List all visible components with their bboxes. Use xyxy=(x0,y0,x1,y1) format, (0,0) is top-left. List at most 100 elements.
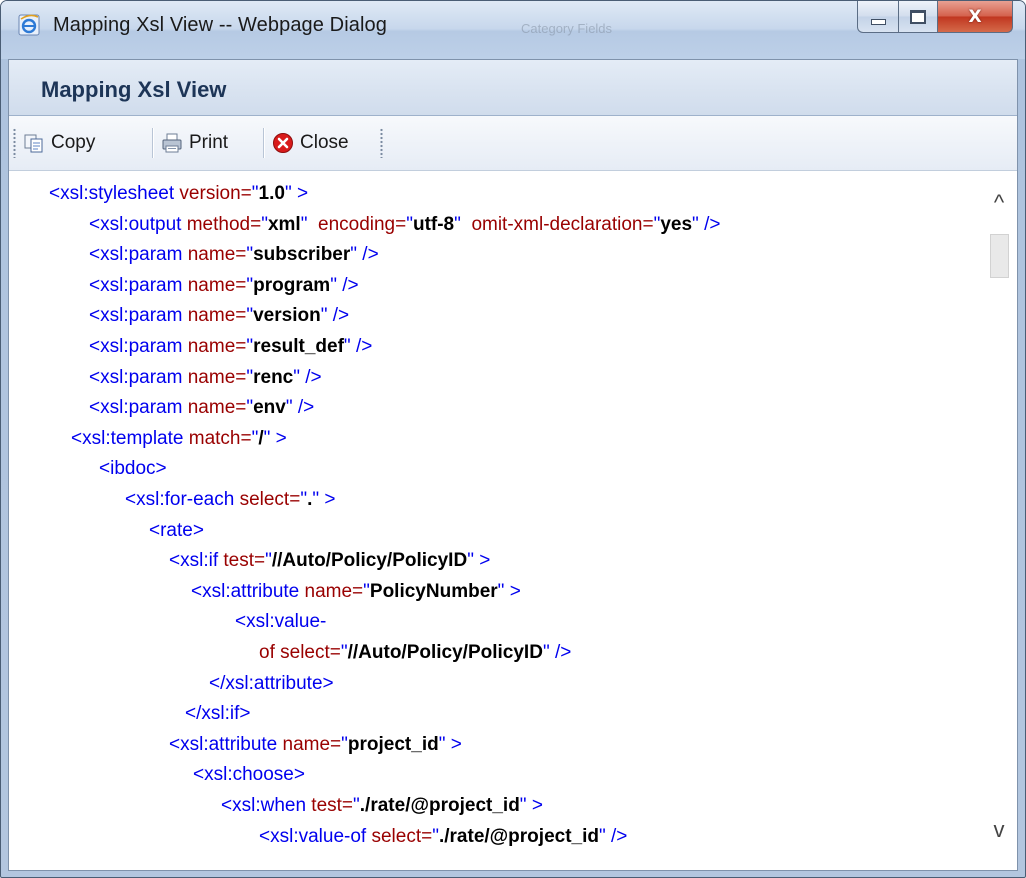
code-line: <xsl:param name="subscriber" /> xyxy=(89,240,379,270)
code-line: <ibdoc> xyxy=(99,454,167,484)
code-token: yes xyxy=(660,213,693,235)
code-line: <xsl:if test="//Auto/Policy/PolicyID" > xyxy=(169,546,490,576)
code-token: utf-8 xyxy=(412,213,455,235)
vertical-scrollbar[interactable]: ^ v xyxy=(981,171,1017,870)
code-token: select= xyxy=(239,489,301,510)
close-label: Close xyxy=(300,132,349,153)
code-token: of select= xyxy=(259,642,341,663)
xsl-code-view[interactable]: <xsl:stylesheet version="1.0" > <xsl:outp… xyxy=(9,171,1017,870)
code-line: <xsl:param name="env" /> xyxy=(89,393,314,423)
scroll-up-arrow-icon[interactable]: ^ xyxy=(989,192,1009,214)
dialog-window: Category Fields Mapping Xsl View -- Webp… xyxy=(0,0,1026,878)
close-x-icon: X xyxy=(968,6,982,27)
printer-icon xyxy=(162,133,182,153)
code-token: name= xyxy=(282,733,342,755)
maximize-icon xyxy=(910,9,926,24)
internet-explorer-icon xyxy=(18,14,40,36)
code-token: subscriber xyxy=(253,244,351,266)
panel-title: Mapping Xsl View xyxy=(41,77,227,102)
code-token: test= xyxy=(311,795,354,816)
print-label: Print xyxy=(189,132,229,153)
code-token: " xyxy=(300,213,318,235)
window-close-button[interactable]: X xyxy=(938,1,1013,33)
code-token: env xyxy=(253,397,286,419)
code-token: " > xyxy=(438,733,462,755)
code-token: " /> xyxy=(320,305,350,327)
window-title: Mapping Xsl View -- Webpage Dialog xyxy=(53,14,387,36)
maximize-button[interactable] xyxy=(899,1,938,33)
code-line: <xsl:param name="result_def" /> xyxy=(89,332,372,362)
code-token: <xsl:for-each xyxy=(125,489,240,510)
code-line: <xsl:value- xyxy=(235,607,326,637)
code-token: " /> xyxy=(692,213,721,235)
code-token: <ibdoc> xyxy=(99,458,167,480)
code-line: <xsl:when test="./rate/@project_id" > xyxy=(221,791,543,821)
code-token: <xsl:param xyxy=(89,397,188,419)
print-button[interactable]: Print xyxy=(161,128,228,158)
close-button[interactable]: Close xyxy=(272,128,349,158)
copy-button[interactable]: Copy xyxy=(23,128,95,158)
code-line: <rate> xyxy=(149,516,204,546)
code-token: " /> xyxy=(350,244,379,266)
dialog-client-area: Mapping Xsl View Copy Print Close <xsl:s… xyxy=(8,59,1018,871)
code-token: name= xyxy=(187,366,247,388)
code-token: name= xyxy=(187,305,247,327)
code-token: " /> xyxy=(293,366,322,388)
code-token: result_def xyxy=(253,336,344,357)
caption-buttons: X xyxy=(857,1,1013,35)
code-token: 1.0 xyxy=(258,183,285,204)
code-line: <xsl:param name="version" /> xyxy=(89,301,349,331)
code-line: <xsl:choose> xyxy=(193,760,305,790)
code-token: name= xyxy=(187,244,247,266)
code-token: <xsl:choose> xyxy=(193,764,305,786)
scroll-down-arrow-icon[interactable]: v xyxy=(989,819,1009,841)
code-token: " > xyxy=(467,550,491,572)
code-token: select= xyxy=(371,825,433,847)
code-token: encoding= xyxy=(318,213,407,235)
code-token: match= xyxy=(188,427,252,449)
code-line: <xsl:output method="xml" encoding="utf-8… xyxy=(89,210,720,240)
code-token: <xsl:output xyxy=(89,213,187,235)
minimize-button[interactable] xyxy=(857,1,899,33)
code-token: " > xyxy=(497,580,521,602)
code-token: <xsl:attribute xyxy=(169,733,283,755)
code-token: name= xyxy=(304,580,364,602)
title-bar[interactable]: Category Fields Mapping Xsl View -- Webp… xyxy=(1,1,1025,59)
code-token: " xyxy=(340,642,348,663)
code-token: version= xyxy=(179,183,252,204)
code-token: " /> xyxy=(330,274,359,296)
code-token: name= xyxy=(187,336,247,357)
code-line: <xsl:attribute name="project_id" > xyxy=(169,730,462,760)
code-token: " > xyxy=(284,183,309,204)
scroll-thumb[interactable] xyxy=(990,234,1009,278)
code-token: " xyxy=(265,550,272,572)
code-token: program xyxy=(253,274,331,296)
code-token: " xyxy=(363,580,370,602)
toolbar-grip[interactable] xyxy=(13,128,16,158)
code-token: <xsl:param xyxy=(89,305,188,327)
code-token: name= xyxy=(187,397,247,419)
code-token: " /> xyxy=(598,825,628,847)
code-token: </xsl:attribute> xyxy=(209,672,334,694)
code-line: <xsl:value-of select="./rate/@project_id… xyxy=(259,822,627,852)
code-token: " xyxy=(454,213,472,235)
code-token: omit-xml-declaration= xyxy=(471,213,654,235)
code-token: project_id xyxy=(347,733,439,755)
code-token: <xsl:attribute xyxy=(191,580,305,602)
toolbar: Copy Print Close xyxy=(9,116,1017,171)
code-line: <xsl:stylesheet version="1.0" > xyxy=(49,179,308,209)
toolbar-separator xyxy=(152,128,154,158)
code-token: " /> xyxy=(285,397,315,419)
code-token: renc xyxy=(253,366,294,388)
code-token: <xsl:value- xyxy=(235,611,327,633)
toolbar-separator xyxy=(263,128,265,158)
code-token: <xsl:stylesheet xyxy=(49,183,180,204)
panel-header: Mapping Xsl View xyxy=(9,60,1017,116)
code-token: " xyxy=(406,213,413,235)
code-token: " xyxy=(353,795,360,816)
minimize-icon xyxy=(870,18,886,25)
code-token: name= xyxy=(187,274,247,296)
code-token: ./rate/@project_id xyxy=(438,825,599,847)
code-token: PolicyNumber xyxy=(369,580,498,602)
code-token: <xsl:param xyxy=(89,366,188,388)
